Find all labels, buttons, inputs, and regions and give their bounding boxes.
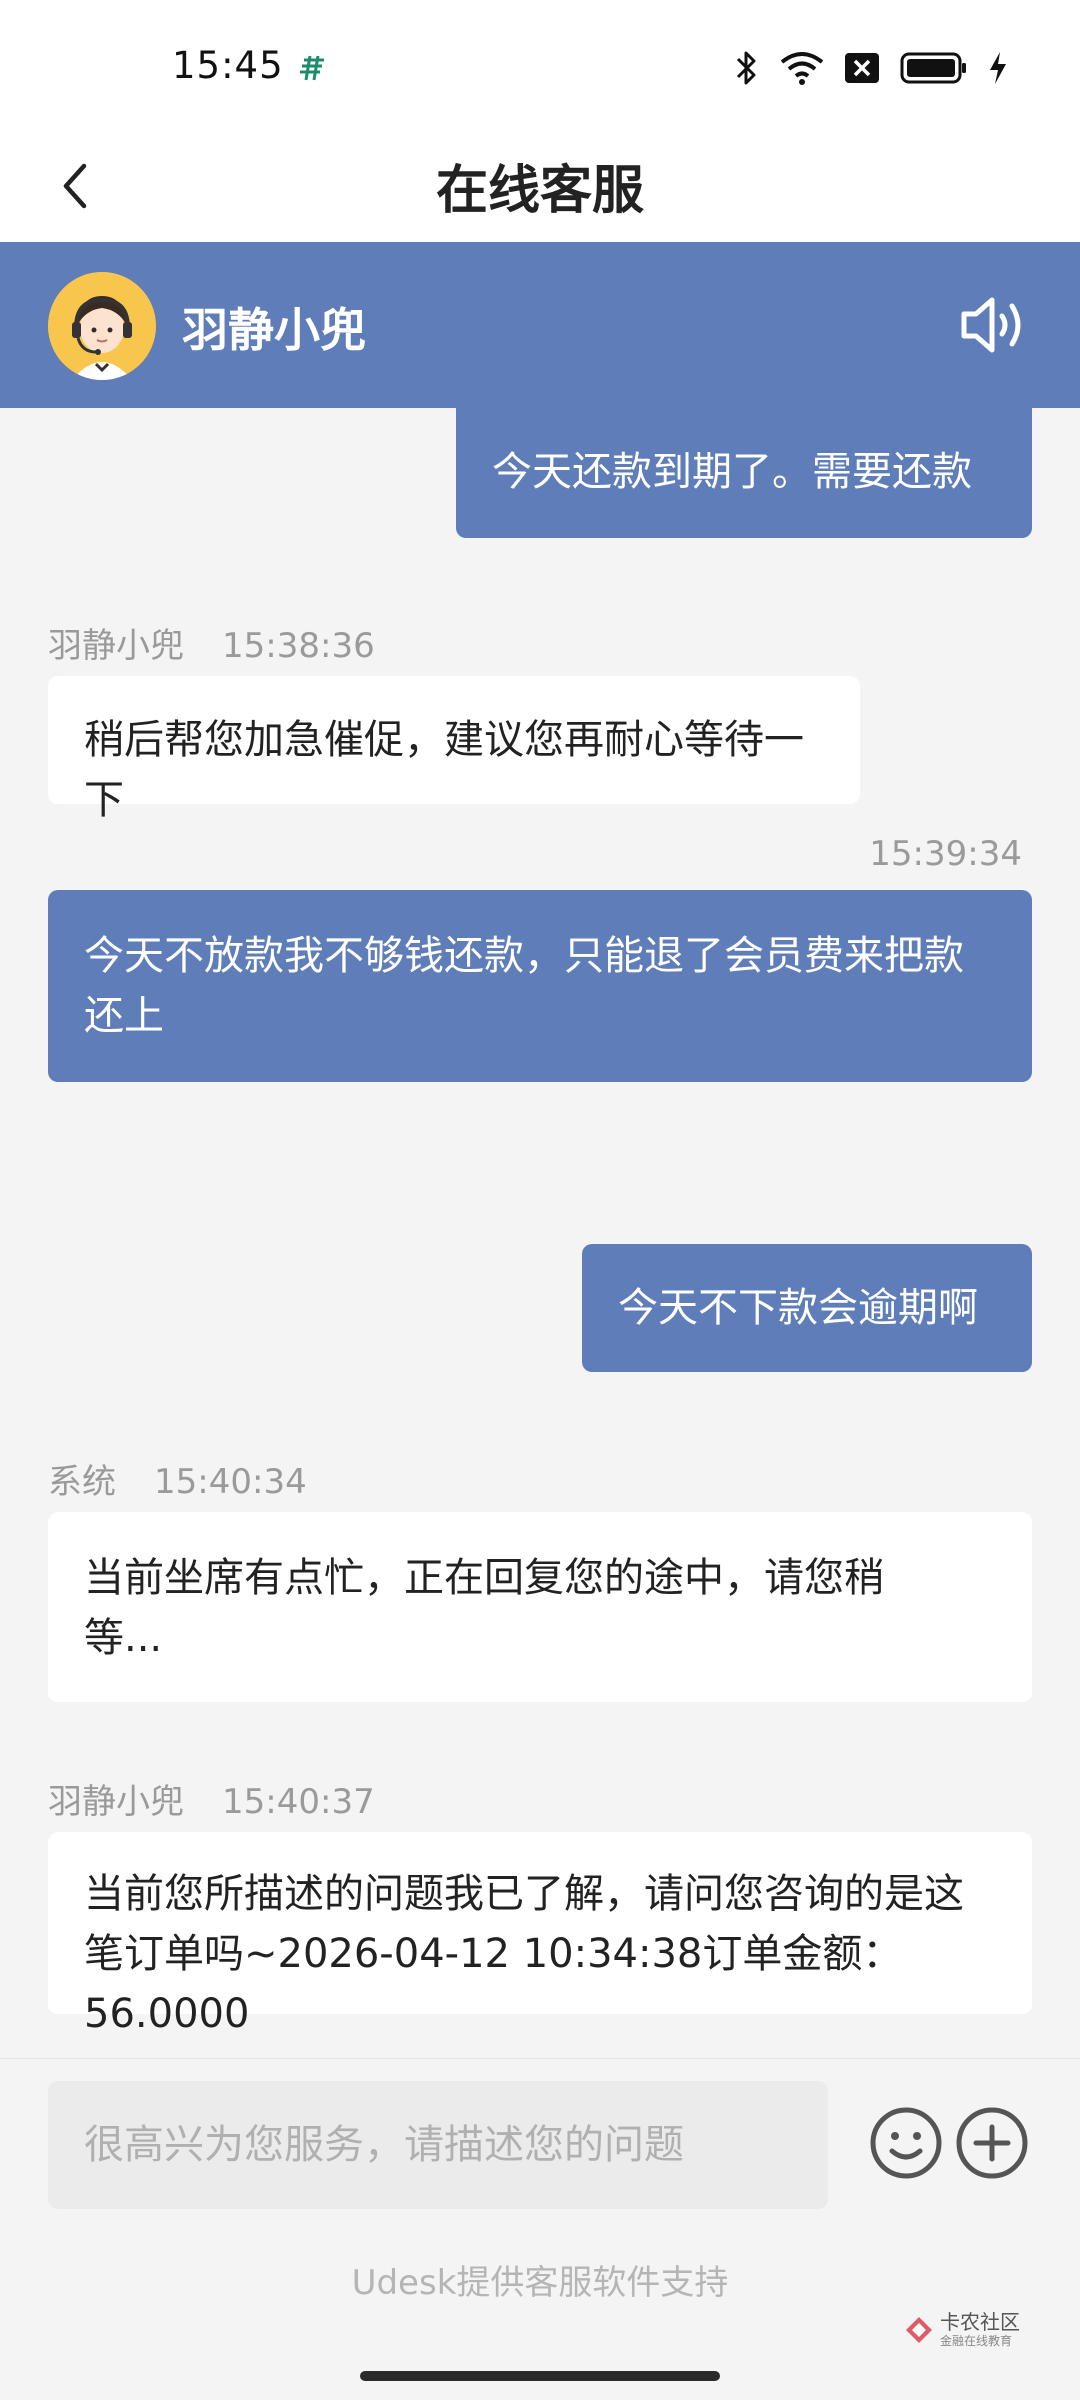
sender-name: 羽静小兜 bbox=[48, 626, 184, 666]
message-meta: 羽静小兜 15:40:37 bbox=[48, 1774, 375, 1823]
status-bar: 15:45 bbox=[0, 0, 1080, 130]
bluetooth-icon bbox=[736, 51, 756, 85]
watermark-title: 卡农社区 bbox=[940, 2310, 1020, 2334]
chat-message-list[interactable]: 今天还款到期了。需要还款 羽静小兜 15:38:36 稍后帮您加急催促，建议您再耐… bbox=[0, 408, 1080, 2058]
status-time: 15:45 bbox=[172, 44, 284, 87]
watermark-text: 卡农社区 金融在线教育 bbox=[940, 2311, 1020, 2349]
speaker-button[interactable] bbox=[958, 292, 1030, 358]
avatar bbox=[48, 272, 156, 380]
emoji-button[interactable] bbox=[868, 2105, 944, 2181]
add-attachment-button[interactable] bbox=[954, 2105, 1030, 2181]
message-text: 稍后帮您加急催促，建议您再耐心等待一下 bbox=[84, 717, 804, 823]
incoming-message[interactable]: 当前坐席有点忙，正在回复您的途中，请您稍等... bbox=[48, 1512, 1032, 1702]
watermark: 卡农社区 金融在线教育 bbox=[904, 2311, 1020, 2349]
wifi-icon bbox=[780, 52, 824, 85]
charging-icon bbox=[990, 52, 1006, 84]
agent-headset-avatar-icon bbox=[48, 272, 156, 380]
incoming-message[interactable]: 当前您所描述的问题我已了解，请问您咨询的是这笔订单吗~2026-04-12 10… bbox=[48, 1832, 1032, 2037]
smiley-icon bbox=[870, 2107, 942, 2179]
app-notification-icon bbox=[300, 55, 324, 81]
sender-name: 系统 bbox=[48, 1462, 116, 1502]
outgoing-message[interactable]: 今天不下款会逾期啊 bbox=[582, 1244, 1032, 1372]
message-text: 今天不下款会逾期啊 bbox=[618, 1285, 978, 1331]
sim-disabled-icon bbox=[845, 53, 879, 83]
plus-icon bbox=[956, 2107, 1028, 2179]
watermark-subtitle: 金融在线教育 bbox=[940, 2334, 1013, 2348]
nav-bar: 在线客服 bbox=[0, 130, 1080, 242]
message-time: 15:38:36 bbox=[222, 626, 375, 666]
message-time: 15:39:34 bbox=[869, 834, 1022, 874]
home-indicator[interactable] bbox=[360, 2371, 720, 2381]
message-time: 15:40:34 bbox=[154, 1462, 307, 1502]
speaker-icon bbox=[961, 297, 1021, 353]
outgoing-message[interactable]: 今天不放款我不够钱还款，只能退了会员费来把款还上 bbox=[48, 890, 1032, 1082]
page-title: 在线客服 bbox=[435, 161, 644, 221]
message-text: 当前坐席有点忙，正在回复您的途中，请您稍等... bbox=[84, 1555, 884, 1661]
watermark-logo-icon bbox=[906, 2317, 932, 2343]
agent-name: 羽静小兜 bbox=[182, 303, 366, 357]
status-icons bbox=[734, 48, 1008, 88]
message-text: 今天不放款我不够钱还款，只能退了会员费来把款还上 bbox=[84, 933, 964, 1039]
message-meta: 羽静小兜 15:38:36 bbox=[48, 618, 375, 667]
powered-by-text: Udesk提供客服软件支持 bbox=[351, 2263, 729, 2303]
battery-icon bbox=[900, 52, 966, 84]
message-time: 15:40:37 bbox=[222, 1782, 375, 1822]
incoming-message[interactable]: 稍后帮您加急催促，建议您再耐心等待一下 bbox=[48, 676, 860, 823]
message-input[interactable] bbox=[48, 2081, 828, 2209]
message-text: 今天还款到期了。需要还款 bbox=[492, 449, 972, 495]
input-area: Udesk提供客服软件支持 卡农社区 金融在线教育 bbox=[0, 2058, 1080, 2400]
message-meta: 系统 15:40:34 bbox=[48, 1454, 307, 1503]
outgoing-message[interactable]: 今天还款到期了。需要还款 bbox=[456, 408, 1032, 538]
sender-name: 羽静小兜 bbox=[48, 1782, 184, 1822]
agent-header: 羽静小兜 bbox=[0, 242, 1080, 408]
message-text: 当前您所描述的问题我已了解，请问您咨询的是这笔订单吗~2026-04-12 10… bbox=[84, 1871, 964, 2037]
